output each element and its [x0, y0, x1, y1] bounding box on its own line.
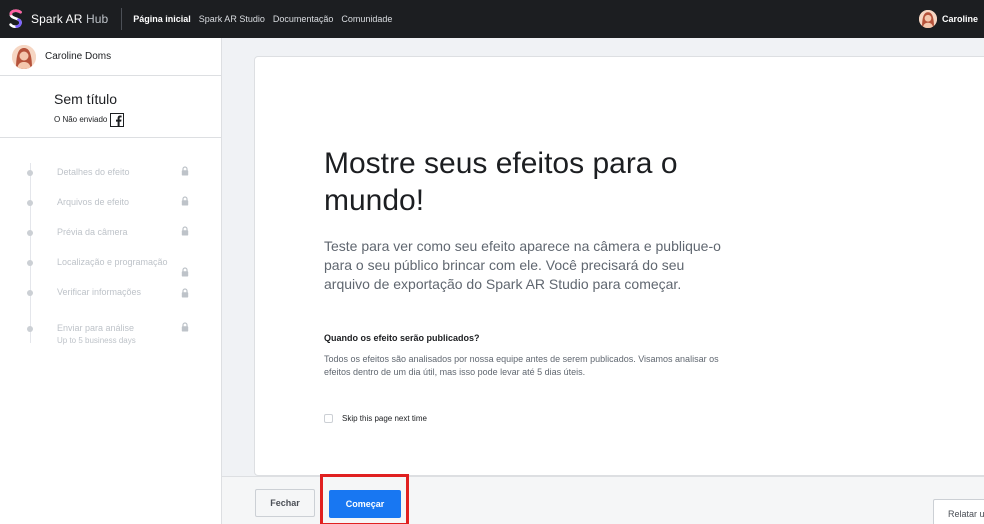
avatar	[918, 10, 937, 28]
intro-text: Teste para ver como seu efeito aparece n…	[324, 238, 721, 292]
step-item-submit-review[interactable]: Enviar para análise Up to 5 business day…	[0, 320, 222, 352]
avatar-image-icon	[918, 10, 937, 28]
faq-title: Quando os efeito serão publicados?	[324, 333, 480, 343]
step-item-location-scheduling[interactable]: Localização e programação	[0, 254, 222, 277]
close-button[interactable]: Fechar	[255, 489, 315, 517]
sidebar-user-name: Caroline Doms	[45, 51, 112, 62]
skip-page-checkbox[interactable]	[324, 414, 333, 423]
nav-spark-ar-studio[interactable]: Spark AR Studio	[199, 14, 265, 24]
avatar	[12, 44, 36, 69]
step-dot	[27, 230, 33, 236]
step-item-verify-information[interactable]: Verificar informações	[0, 284, 222, 304]
spark-ar-logo-icon	[9, 9, 22, 28]
page-title: Mostre seus efeitos para o mundo!	[324, 147, 678, 217]
skip-page-option[interactable]: Skip this page next time	[324, 414, 427, 423]
steps-connector	[30, 163, 31, 343]
step-label: Verificar informações	[57, 287, 142, 297]
step-dot	[27, 290, 33, 296]
nav-documentation[interactable]: Documentação	[273, 14, 334, 24]
nav-home[interactable]: Página inicial	[133, 14, 191, 24]
lock-icon	[181, 166, 189, 176]
step-label: Localização e programação	[57, 257, 168, 267]
nav-community[interactable]: Comunidade	[341, 14, 392, 24]
project-header: Sem título O Não enviado	[0, 76, 221, 138]
avatar-image-icon	[12, 44, 36, 69]
brand[interactable]: Spark AR Hub	[8, 9, 108, 29]
sidebar-user[interactable]: Caroline Doms	[0, 38, 221, 76]
project-status: O Não enviado	[54, 111, 125, 127]
topbar-divider	[121, 8, 123, 30]
lock-icon	[181, 288, 189, 298]
lock-icon	[181, 267, 189, 277]
highlight-box	[320, 474, 409, 524]
step-item-effect-details[interactable]: Detalhes do efeito	[0, 164, 222, 184]
top-user-menu[interactable]: Caroline	[918, 10, 978, 28]
project-status-text: O Não enviado	[54, 114, 108, 124]
step-dot	[27, 200, 33, 206]
top-user-name: Caroline	[941, 14, 978, 24]
step-item-effect-files[interactable]: Arquivos de efeito	[0, 194, 222, 214]
welcome-card: Mostre seus efeitos para o mundo! Teste …	[254, 56, 984, 476]
step-dot	[27, 260, 33, 266]
step-dot	[27, 326, 33, 332]
top-navigation-bar: Spark AR Hub Página inicial Spark AR Stu…	[0, 0, 984, 38]
lock-icon	[181, 322, 189, 332]
faq-body: Todos os efeitos são analisados por noss…	[324, 354, 719, 377]
step-label: Detalhes do efeito	[57, 167, 130, 177]
sidebar: Caroline Doms Sem título O Não enviado D…	[0, 38, 222, 524]
facebook-icon	[110, 113, 125, 127]
step-sublabel: Up to 5 business days	[57, 336, 136, 345]
step-label: Prévia da câmera	[57, 227, 128, 237]
brand-name: Spark AR Hub	[31, 12, 109, 26]
footer-bar: Fechar Começar Relatar um problema	[222, 474, 984, 524]
lock-icon	[181, 226, 189, 236]
step-dot	[27, 170, 33, 176]
step-label: Enviar para análise	[57, 323, 135, 333]
project-title: Sem título	[54, 91, 118, 107]
report-problem-button[interactable]: Relatar um problema	[933, 499, 984, 524]
step-label: Arquivos de efeito	[57, 197, 130, 207]
step-item-camera-preview[interactable]: Prévia da câmera	[0, 224, 222, 244]
main-nav: Página inicial Spark AR Studio Documenta…	[133, 14, 400, 24]
skip-page-label: Skip this page next time	[342, 414, 427, 423]
lock-icon	[181, 196, 189, 206]
